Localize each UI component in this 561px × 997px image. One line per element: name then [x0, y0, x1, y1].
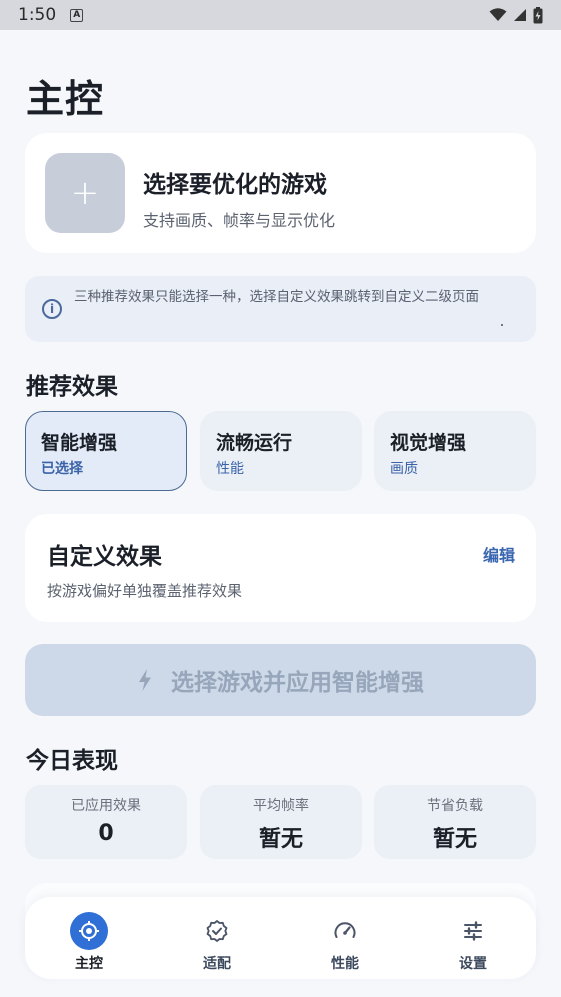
custom-effect-subtitle: 按游戏偏好单独覆盖推荐效果	[47, 582, 243, 600]
custom-effect-card[interactable]: 自定义效果 按游戏偏好单独覆盖推荐效果 编辑	[25, 514, 536, 622]
preset-name: 流畅运行	[216, 432, 293, 454]
status-bar: 1:50 A	[0, 0, 561, 30]
bottom-nav: 主控 适配 性能 设置	[25, 897, 536, 979]
stat-value: 暂无	[258, 827, 303, 852]
battery-icon	[533, 6, 543, 23]
select-game-title: 选择要优化的游戏	[143, 172, 327, 198]
main-content: 主控 + 选择要优化的游戏 支持画质、帧率与显示优化 i 三种推荐效果只能选择一…	[0, 30, 561, 997]
section-title-today: 今日表现	[26, 748, 118, 774]
target-icon	[70, 912, 108, 950]
info-text: 三种推荐效果只能选择一种，选择自定义效果跳转到自定义二级页面	[74, 289, 479, 305]
page-title: 主控	[26, 77, 105, 121]
section-title-recommended: 推荐效果	[26, 374, 118, 400]
nav-item-control[interactable]: 主控	[25, 897, 153, 979]
preset-name: 视觉增强	[390, 432, 467, 454]
notification-a-icon: A	[70, 8, 84, 22]
add-game-button[interactable]: +	[45, 153, 125, 233]
edit-button[interactable]: 编辑	[483, 542, 515, 566]
apply-button[interactable]: 选择游戏并应用智能增强	[25, 644, 536, 716]
plus-icon: +	[70, 173, 100, 213]
apply-button-label: 选择游戏并应用智能增强	[171, 670, 424, 696]
nav-label: 性能	[331, 956, 359, 972]
preset-visual-enhance[interactable]: 视觉增强 画质	[374, 411, 536, 491]
nav-item-settings[interactable]: 设置	[409, 897, 537, 979]
custom-effect-title: 自定义效果	[47, 544, 162, 570]
wifi-icon	[489, 8, 507, 21]
stat-value: 0	[98, 821, 114, 846]
status-icons	[489, 6, 543, 24]
stat-label: 节省负载	[427, 798, 483, 814]
scroll-indicator	[501, 324, 503, 326]
preset-smooth-run[interactable]: 流畅运行 性能	[200, 411, 362, 491]
preset-smart-enhance[interactable]: 智能增强 已选择	[25, 411, 187, 491]
select-game-card[interactable]: + 选择要优化的游戏 支持画质、帧率与显示优化	[25, 133, 536, 253]
stat-label: 已应用效果	[71, 798, 141, 814]
stat-label: 平均帧率	[253, 798, 309, 814]
sliders-icon	[454, 912, 492, 950]
nav-label: 适配	[203, 956, 231, 972]
select-game-subtitle: 支持画质、帧率与显示优化	[143, 211, 336, 230]
badge-check-icon	[198, 912, 236, 950]
nav-item-performance[interactable]: 性能	[281, 897, 409, 979]
speedometer-icon	[326, 912, 364, 950]
lightning-icon	[139, 669, 151, 691]
nav-label: 设置	[459, 956, 487, 972]
preset-tag: 画质	[390, 461, 418, 477]
info-notice: i 三种推荐效果只能选择一种，选择自定义效果跳转到自定义二级页面	[25, 276, 536, 342]
nav-item-adapt[interactable]: 适配	[153, 897, 281, 979]
nav-label: 主控	[75, 956, 103, 972]
status-time: 1:50	[18, 5, 57, 25]
preset-tag: 性能	[216, 461, 244, 477]
stat-applied-effects: 已应用效果 0	[25, 785, 187, 859]
preset-tag: 已选择	[41, 461, 83, 477]
stat-load-saved: 节省负载 暂无	[374, 785, 536, 859]
preset-name: 智能增强	[41, 432, 118, 454]
stat-value: 暂无	[432, 827, 477, 852]
stat-average-fps: 平均帧率 暂无	[200, 785, 362, 859]
info-icon: i	[42, 299, 62, 319]
signal-icon	[514, 9, 526, 21]
